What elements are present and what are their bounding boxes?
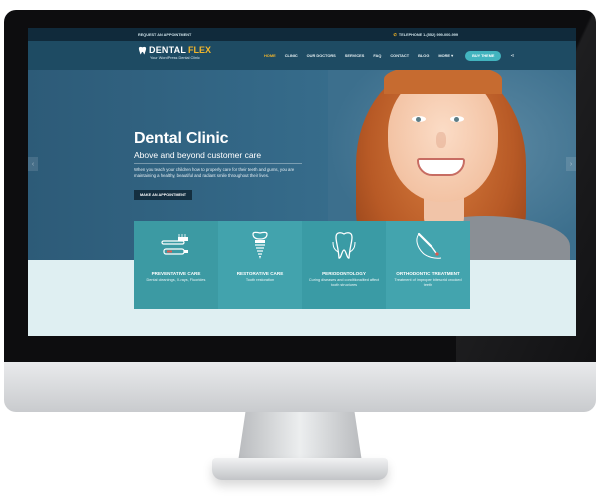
monitor-stand-base: [212, 458, 388, 480]
dental-implant-icon: [252, 231, 268, 259]
phone-number: TELEPHONE 1-(552) 999-000-999: [398, 32, 458, 37]
hero-title: Dental Clinic: [134, 130, 229, 147]
make-appointment-button[interactable]: MAKE AN APPOINTMENT: [134, 190, 193, 200]
nav-faq[interactable]: FAQ: [373, 53, 381, 58]
logo-text-dental: DENTAL: [149, 45, 187, 55]
website-screen: REQUEST AN APPOINTMENT ✆ TELEPHONE 1-(55…: [28, 28, 576, 336]
service-text: Dental cleanings, X-rays, Fluorides: [146, 278, 206, 282]
dental-drill-icon: [416, 232, 442, 259]
imac-mockup: REQUEST AN APPOINTMENT ✆ TELEPHONE 1-(55…: [0, 0, 600, 501]
chevron-right-icon: ›: [569, 160, 573, 168]
top-bar: REQUEST AN APPOINTMENT ✆ TELEPHONE 1-(55…: [28, 28, 576, 41]
nav-contact[interactable]: CONTACT: [390, 53, 409, 58]
hero-photo-nose: [436, 132, 446, 148]
nav-services[interactable]: SERVICES: [345, 53, 365, 58]
nav-home[interactable]: HOME: [264, 53, 276, 58]
service-text: Tooth restoration: [245, 278, 275, 282]
service-card-restorative[interactable]: RESTORATIVE CARE Tooth restoration: [218, 221, 302, 309]
hero-photo-left-eye: [412, 116, 426, 122]
chevron-down-icon: ▾: [451, 53, 454, 58]
chevron-left-icon: ‹: [31, 160, 35, 168]
service-card-periodontology[interactable]: PERIODONTOLOGY Curing diseases and condi…: [302, 221, 386, 309]
service-text: Curing diseases and conditionalited affe…: [308, 278, 380, 287]
service-title: PREVENTATIVE CARE: [151, 271, 201, 276]
hero-subtitle: Above and beyond customer care: [134, 150, 262, 160]
nav-clinic[interactable]: CLINIC: [285, 53, 298, 58]
hero-photo-right-eye: [450, 116, 464, 122]
hero-divider: [134, 163, 302, 164]
service-title: ORTHODONTIC TREATMENT: [396, 271, 460, 276]
slider-prev-arrow[interactable]: ‹: [28, 157, 38, 171]
hero-description: When you teach your children how to prop…: [134, 167, 295, 178]
site-logo[interactable]: DENTAL FLEX Your WordPress Dental Clinic: [138, 45, 211, 60]
logo-text-flex: FLEX: [188, 45, 212, 55]
phone-info: ✆ TELEPHONE 1-(552) 999-000-999: [394, 32, 458, 37]
main-navbar: DENTAL FLEX Your WordPress Dental Clinic …: [28, 41, 576, 70]
hero-photo-smile: [417, 158, 465, 176]
service-title: PERIODONTOLOGY: [322, 271, 366, 276]
monitor-stand-neck: [238, 412, 362, 462]
toothbrush-icon: [161, 234, 188, 255]
nav-our-doctors[interactable]: OUR DOCTORS: [307, 53, 336, 58]
share-icon[interactable]: ⋖: [510, 53, 514, 59]
services-row: PREVENTATIVE CARE Dental cleanings, X-ra…: [134, 221, 470, 309]
hero-photo-bangs: [384, 70, 502, 94]
service-card-preventative[interactable]: PREVENTATIVE CARE Dental cleanings, X-ra…: [134, 221, 218, 309]
slider-next-arrow[interactable]: ›: [566, 157, 576, 171]
buy-theme-button[interactable]: BUY THEME: [465, 50, 502, 61]
service-title: RESTORATIVE CARE: [236, 271, 284, 276]
nav-more-label: MORE: [438, 53, 451, 58]
phone-icon: ✆: [393, 32, 397, 37]
logo-tagline: Your WordPress Dental Clinic: [150, 56, 200, 60]
nav-more[interactable]: MORE ▾: [438, 53, 453, 58]
monitor-chin: [4, 362, 596, 412]
tooth-logo-icon: [138, 46, 147, 54]
main-menu: HOME CLINIC OUR DOCTORS SERVICES FAQ CON…: [264, 41, 515, 70]
request-appointment-link[interactable]: REQUEST AN APPOINTMENT: [138, 33, 191, 37]
tooth-icon: [332, 232, 356, 259]
service-text: Treatment of improper bitescrid crooked …: [394, 278, 462, 287]
nav-blog[interactable]: BLOG: [418, 53, 429, 58]
service-card-orthodontic[interactable]: ORTHODONTIC TREATMENT Treatment of impro…: [386, 221, 470, 309]
